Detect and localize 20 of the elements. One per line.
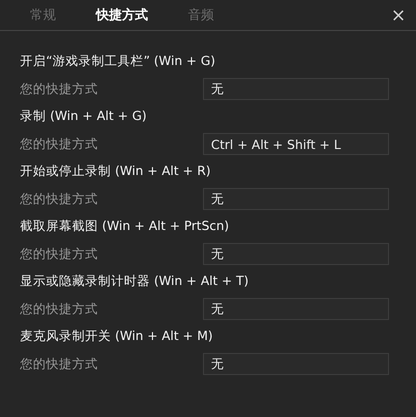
shortcut-field[interactable]: 无 (203, 188, 389, 210)
shortcut-title: 开启“游戏录制工具栏” (Win + G) (20, 52, 216, 70)
field-label: 您的快捷方式 (20, 356, 99, 372)
shortcut-title: 录制 (Win + Alt + G) (20, 107, 148, 125)
field-label: 您的快捷方式 (20, 300, 99, 318)
tab[interactable]: 快捷方式 (76, 0, 168, 30)
field-label: 您的快捷方式 (20, 246, 99, 262)
shortcut-title: 麦克风录制开关 (Win + Alt + M) (20, 327, 214, 345)
shortcut-field[interactable]: 无 (203, 78, 389, 100)
shortcut-field[interactable]: 无 (203, 353, 389, 375)
shortcut-field[interactable]: 无 (203, 298, 389, 320)
shortcut-title: 开始或停止录制 (Win + Alt + R) (20, 162, 212, 180)
shortcut-field[interactable]: 无 (203, 243, 389, 265)
close-button[interactable]: × (386, 4, 410, 26)
field-label: 您的快捷方式 (20, 136, 99, 152)
shortcut-title: 显示或隐藏录制计时器 (Win + Alt + T) (20, 272, 250, 290)
shortcut-field[interactable]: Ctrl + Alt + Shift + L (203, 133, 389, 155)
field-label: 您的快捷方式 (20, 190, 99, 208)
shortcut-title: 截取屏幕截图 (Win + Alt + PrtScn) (20, 217, 230, 235)
field-label: 您的快捷方式 (20, 80, 99, 98)
